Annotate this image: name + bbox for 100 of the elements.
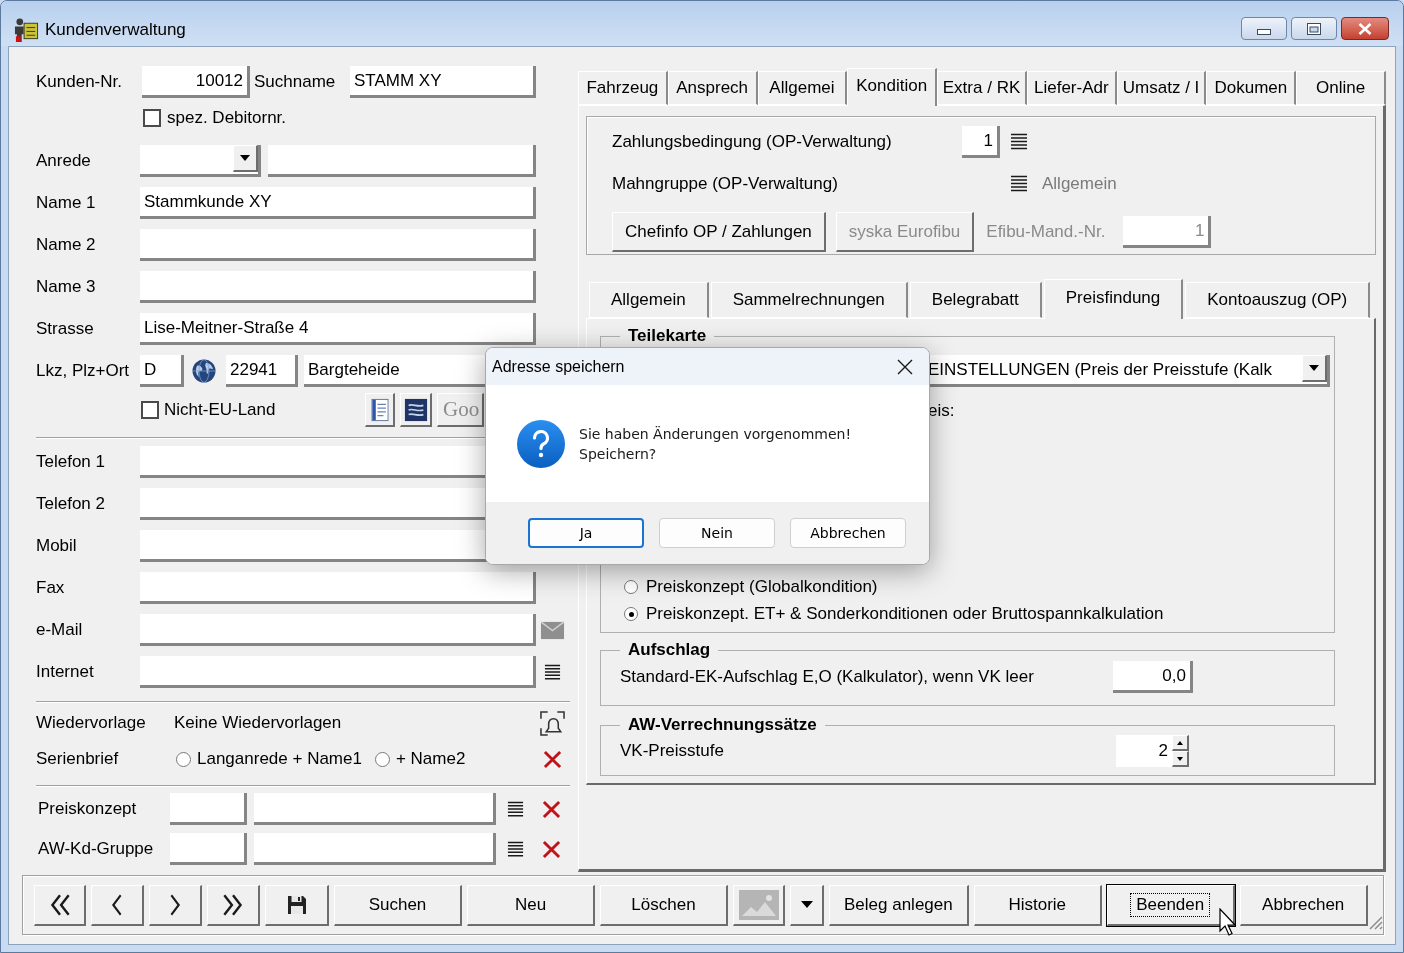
radio-button[interactable]: [624, 579, 638, 594]
previous-button[interactable]: [91, 884, 144, 926]
radio-label: Langanrede + Name1: [197, 748, 362, 771]
input-field[interactable]: 22941: [226, 355, 298, 387]
input-field[interactable]: Stammkunde XY: [140, 187, 536, 219]
dropdown[interactable]: [140, 145, 261, 177]
last-button[interactable]: [207, 884, 260, 926]
caret-icon: [800, 901, 813, 908]
checkbox-label: Nicht-EU-Land: [164, 399, 276, 422]
dialog-button[interactable]: Ja: [528, 518, 644, 548]
tab[interactable]: Ansprech: [667, 71, 758, 105]
spin-down-button[interactable]: [1172, 751, 1189, 767]
minimize-button[interactable]: [1241, 17, 1287, 40]
input-field[interactable]: [170, 793, 247, 825]
window-title: Kundenverwaltung: [45, 19, 186, 41]
input-field[interactable]: [170, 833, 247, 865]
input-field[interactable]: [268, 145, 536, 177]
checkbox[interactable]: [143, 109, 161, 127]
input-field[interactable]: [140, 271, 536, 303]
field-label: Telefon 1: [36, 451, 105, 474]
toolbar-button[interactable]: Historie: [973, 884, 1102, 926]
document-button[interactable]: [365, 393, 395, 427]
files-button[interactable]: [400, 393, 432, 427]
tab[interactable]: Allgemei: [757, 71, 848, 105]
tab[interactable]: Preisfindung: [1043, 279, 1184, 319]
cross-icon[interactable]: [542, 799, 561, 819]
input-field[interactable]: 0,0: [1113, 661, 1193, 693]
picture-button[interactable]: [733, 884, 785, 926]
picture-icon: [738, 889, 779, 920]
tab[interactable]: Kondition: [847, 68, 938, 106]
tab[interactable]: Belegrabatt: [909, 282, 1042, 318]
dialog-button[interactable]: Abbrechen: [790, 518, 906, 548]
cross-icon[interactable]: [543, 749, 562, 769]
radio-label: + Name2: [395, 748, 466, 771]
dialog-button[interactable]: Nein: [659, 518, 775, 548]
cross-icon[interactable]: [542, 839, 561, 859]
field-label: Internet: [36, 661, 94, 684]
tab[interactable]: Sammelrechnungen: [710, 282, 908, 318]
close-button[interactable]: [1341, 17, 1389, 40]
field-label: Name 3: [36, 276, 96, 299]
input-field[interactable]: STAMM XY: [350, 66, 536, 98]
list-icon[interactable]: [507, 800, 524, 818]
dropdown-button[interactable]: [233, 145, 258, 172]
first-button[interactable]: [34, 884, 86, 926]
tab[interactable]: Online: [1296, 71, 1387, 105]
save-button[interactable]: [265, 884, 329, 926]
envelope-icon[interactable]: [540, 619, 565, 641]
field-label: Mobil: [36, 535, 77, 558]
radio-label: Preiskonzept (Globalkondition): [646, 575, 878, 598]
dropdown-button[interactable]: [790, 884, 824, 926]
input-field[interactable]: [254, 833, 496, 865]
field-label: Strasse: [36, 318, 94, 341]
input-field[interactable]: 2: [1116, 735, 1172, 767]
tab[interactable]: Umsatz / I: [1116, 71, 1207, 105]
tab[interactable]: Fahrzeug: [578, 71, 668, 105]
action-button[interactable]: Chefinfo OP / Zahlungen: [612, 212, 826, 252]
toolbar-button[interactable]: Suchen: [334, 884, 462, 926]
dropdown[interactable]: EINSTELLUNGEN (Preis der Preisstufe (Kalk: [928, 355, 1330, 387]
caret-icon: [1309, 365, 1319, 371]
input-field[interactable]: [140, 572, 536, 604]
group-title: Aufschlag: [627, 640, 712, 660]
minimize-icon: [1257, 28, 1271, 35]
tab[interactable]: Dokumen: [1206, 71, 1297, 105]
checkbox[interactable]: [141, 401, 159, 419]
input-field[interactable]: 10012: [142, 66, 250, 98]
maximize-button[interactable]: [1291, 17, 1337, 40]
list-icon[interactable]: [1010, 133, 1028, 151]
field-label: Serienbrief: [36, 748, 119, 771]
tab[interactable]: Kontoauszug (OP): [1185, 282, 1371, 318]
input-field[interactable]: D: [140, 355, 184, 387]
input-field[interactable]: Lise-Meitner-Straße 4: [140, 313, 536, 345]
input-field[interactable]: 1: [962, 126, 1000, 158]
dropdown-button[interactable]: [1302, 355, 1327, 382]
input-field[interactable]: [140, 229, 536, 261]
input-field[interactable]: [254, 793, 496, 825]
list-icon[interactable]: [1010, 175, 1028, 193]
toolbar-button[interactable]: Abbrechen: [1239, 884, 1368, 926]
field-label: Lkz, Plz+Ort: [36, 360, 130, 383]
list-icon[interactable]: [544, 663, 561, 681]
input-field[interactable]: [140, 614, 536, 646]
next-button[interactable]: [149, 884, 202, 926]
files-icon: [403, 397, 428, 422]
tab[interactable]: Allgemein: [589, 282, 709, 318]
radio-button[interactable]: [176, 751, 191, 767]
toolbar-button[interactable]: Beleg anlegen: [829, 884, 969, 926]
toolbar-button[interactable]: Beenden: [1106, 884, 1235, 926]
field-label: e-Mail: [36, 619, 83, 642]
bell-icon[interactable]: [540, 710, 565, 736]
tab[interactable]: Liefer-Adr: [1026, 71, 1117, 105]
person-sign-icon: [14, 17, 39, 42]
toolbar-button[interactable]: Löschen: [600, 884, 728, 926]
toolbar-button[interactable]: Neu: [467, 884, 595, 926]
radio-button[interactable]: [624, 607, 638, 621]
tab[interactable]: Extra / RK: [937, 71, 1027, 105]
list-icon[interactable]: [507, 840, 524, 858]
radio-button[interactable]: [374, 751, 390, 767]
resize-grip-icon[interactable]: [1367, 914, 1383, 930]
spin-up-button[interactable]: [1172, 735, 1189, 751]
globe-icon[interactable]: [192, 359, 216, 383]
input-field[interactable]: [140, 656, 536, 688]
